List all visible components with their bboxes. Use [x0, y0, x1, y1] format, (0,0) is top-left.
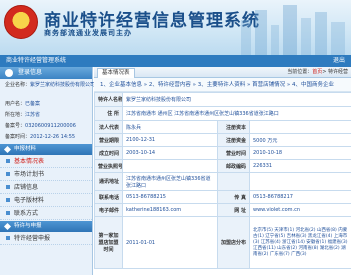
field-label: 联系电话 [94, 190, 123, 204]
breadcrumb: 当前位置：首页> 特许经营 [287, 69, 348, 75]
bullet-icon [6, 236, 10, 240]
table-row: 法人代表 陈永兵 注册资本 [94, 120, 351, 134]
tab-bar: 基本情况表 当前位置：首页> 特许经营 [94, 67, 351, 78]
field-label: 注册资本 [217, 120, 250, 134]
tab-basic-info[interactable]: 基本情况表 [97, 68, 135, 78]
table-row: 电子邮件 katherine188163.com 网 址 www.violet.… [94, 203, 351, 217]
breadcrumb-home-link[interactable]: 首页 [312, 69, 322, 75]
user-icon [5, 69, 13, 77]
business-term-value: 2100-12-31 [122, 133, 218, 147]
first-store-date-value: 2011-01-01 [122, 216, 218, 269]
table-row: 特许人名称 紫罗兰家纺科技股份有限公司 [94, 92, 351, 107]
field-label: 注册资金 [217, 133, 250, 147]
field-label: 成立时间 [94, 146, 123, 160]
info-record-time: 备案时间：2012-12-26 14:55 [5, 134, 76, 140]
menu-item-market-plan[interactable]: 市场计划书 [0, 168, 92, 181]
site-header: ★ 商业特许经营信息管理系统 商务部流通业发展司主办 [0, 0, 351, 55]
field-label: 通讯地址 [94, 172, 123, 191]
franchisor-name-value: 紫罗兰家纺科技股份有限公司 [121, 92, 351, 107]
logout-link[interactable]: 退出 [333, 55, 345, 67]
field-label: 住 所 [94, 106, 123, 121]
phone-value: 0513-86788215 [122, 190, 218, 204]
website-value[interactable]: www.violet.com.cn [248, 203, 351, 217]
field-label: 加盟店分布 [217, 216, 250, 269]
top-nav-bar: 商业特许经营管理系统 退出 [0, 55, 351, 67]
field-label [217, 172, 250, 191]
established-date-value: 2003-10-14 [122, 146, 218, 160]
field-label: 特许人名称 [94, 92, 123, 107]
field-label: 网 址 [217, 203, 250, 217]
main-content: 基本情况表 当前位置：首页> 特许经营 1、企业基本信息 » 2、特许经营内容 … [94, 67, 351, 275]
menu-item-franchise-declare[interactable]: 特许经营申报 [0, 232, 92, 245]
table-row: 第一家加盟店加盟时间 2011-01-01 加盟店分布 北京市(5) 天津市(1… [94, 216, 351, 269]
table-row: 通讯地址 江苏省南通市通州区张芝山镇336省道张江路口 [94, 172, 351, 191]
basic-info-table: 特许人名称 紫罗兰家纺科技股份有限公司 住 所 江苏省南通市 通州区 江苏省南通… [94, 92, 351, 269]
info-company: 企业名称：紫罗兰家纺科技股份有限公司 [5, 82, 96, 88]
nav-title: 商业特许经营管理系统 [6, 57, 67, 64]
registered-funds-value: 5000 万元 [248, 133, 351, 147]
table-row: 联系电话 0513-86788215 传 真 0513-86788217 [94, 190, 351, 204]
bullet-icon [6, 185, 10, 189]
menu-item-basic-info[interactable]: 基本情况表 [0, 155, 92, 168]
store-distribution-value: 北京市(5) 天津市(1) 河北省(2) 山西省(8) 内蒙古(1) 辽宁省(5… [248, 216, 351, 269]
login-info-header: 登录信息 [0, 67, 92, 79]
field-label: 法人代表 [94, 120, 123, 134]
field-label: 营业期限 [94, 133, 123, 147]
license-no-value [122, 159, 218, 173]
national-emblem-icon: ★ [4, 5, 38, 39]
legal-rep-value: 陈永兵 [122, 120, 218, 134]
info-username: 用户名：已备案 [5, 101, 41, 107]
bullet-icon [6, 198, 10, 202]
operating-date-value: 2010-10-18 [248, 146, 351, 160]
bullet-icon [6, 211, 10, 215]
info-record-no: 备案号：0320600911200006 [5, 123, 76, 129]
postcode-value: 226331 [248, 159, 351, 173]
diamond-icon [3, 222, 12, 231]
table-row: 住 所 江苏省南通市 通州区 江苏省南通市通州区张芝山镇336省道张江路口 [94, 106, 351, 121]
registered-capital-value [248, 120, 351, 134]
field-label: 第一家加盟店加盟时间 [94, 216, 123, 269]
bullet-icon [6, 159, 10, 163]
table-row: 营业期限 2100-12-31 注册资金 5000 万元 [94, 133, 351, 147]
menu-item-store-info[interactable]: 店铺信息 [0, 181, 92, 194]
diamond-icon [3, 145, 12, 154]
site-subtitle: 商务部流通业发展司主办 [44, 28, 132, 37]
table-row: 成立时间 2003-10-14 营业时间 2010-10-18 [94, 146, 351, 160]
address-value: 江苏省南通市 通州区 江苏省南通市通州区张芝山镇336省道张江路口 [121, 106, 351, 121]
step-indicator[interactable]: 1、企业基本信息 » 2、特许经营内容 » 3、主要特许人资料 » 首营店铺情况… [94, 78, 351, 92]
field-label: 传 真 [217, 190, 250, 204]
empty-value [248, 172, 351, 191]
sidebar: 登录信息 企业名称：紫罗兰家纺科技股份有限公司 用户名：已备案 所在地：江苏省 … [0, 67, 96, 275]
bullet-icon [6, 172, 10, 176]
field-label: 营业执照号 [94, 159, 123, 173]
mailing-address-value: 江苏省南通市通州区张芝山镇336省道张江路口 [122, 172, 218, 191]
menu-item-electronic-materials[interactable]: 电子版材料 [0, 194, 92, 207]
email-value: katherine188163.com [122, 203, 218, 217]
field-label: 电子邮件 [94, 203, 123, 217]
info-location: 所在地：江苏省 [5, 112, 41, 118]
field-label: 邮政编码 [217, 159, 250, 173]
menu-item-contact[interactable]: 联系方式 [0, 207, 92, 220]
fax-value: 0513-86788217 [248, 190, 351, 204]
menu-group-declaration[interactable]: 申报材料 [0, 144, 92, 155]
table-row: 营业执照号 邮政编码 226331 [94, 159, 351, 173]
menu-group-franchise[interactable]: 特许与申报 [0, 221, 92, 232]
field-label: 营业时间 [217, 146, 250, 160]
skyline-decoration [241, 5, 345, 55]
